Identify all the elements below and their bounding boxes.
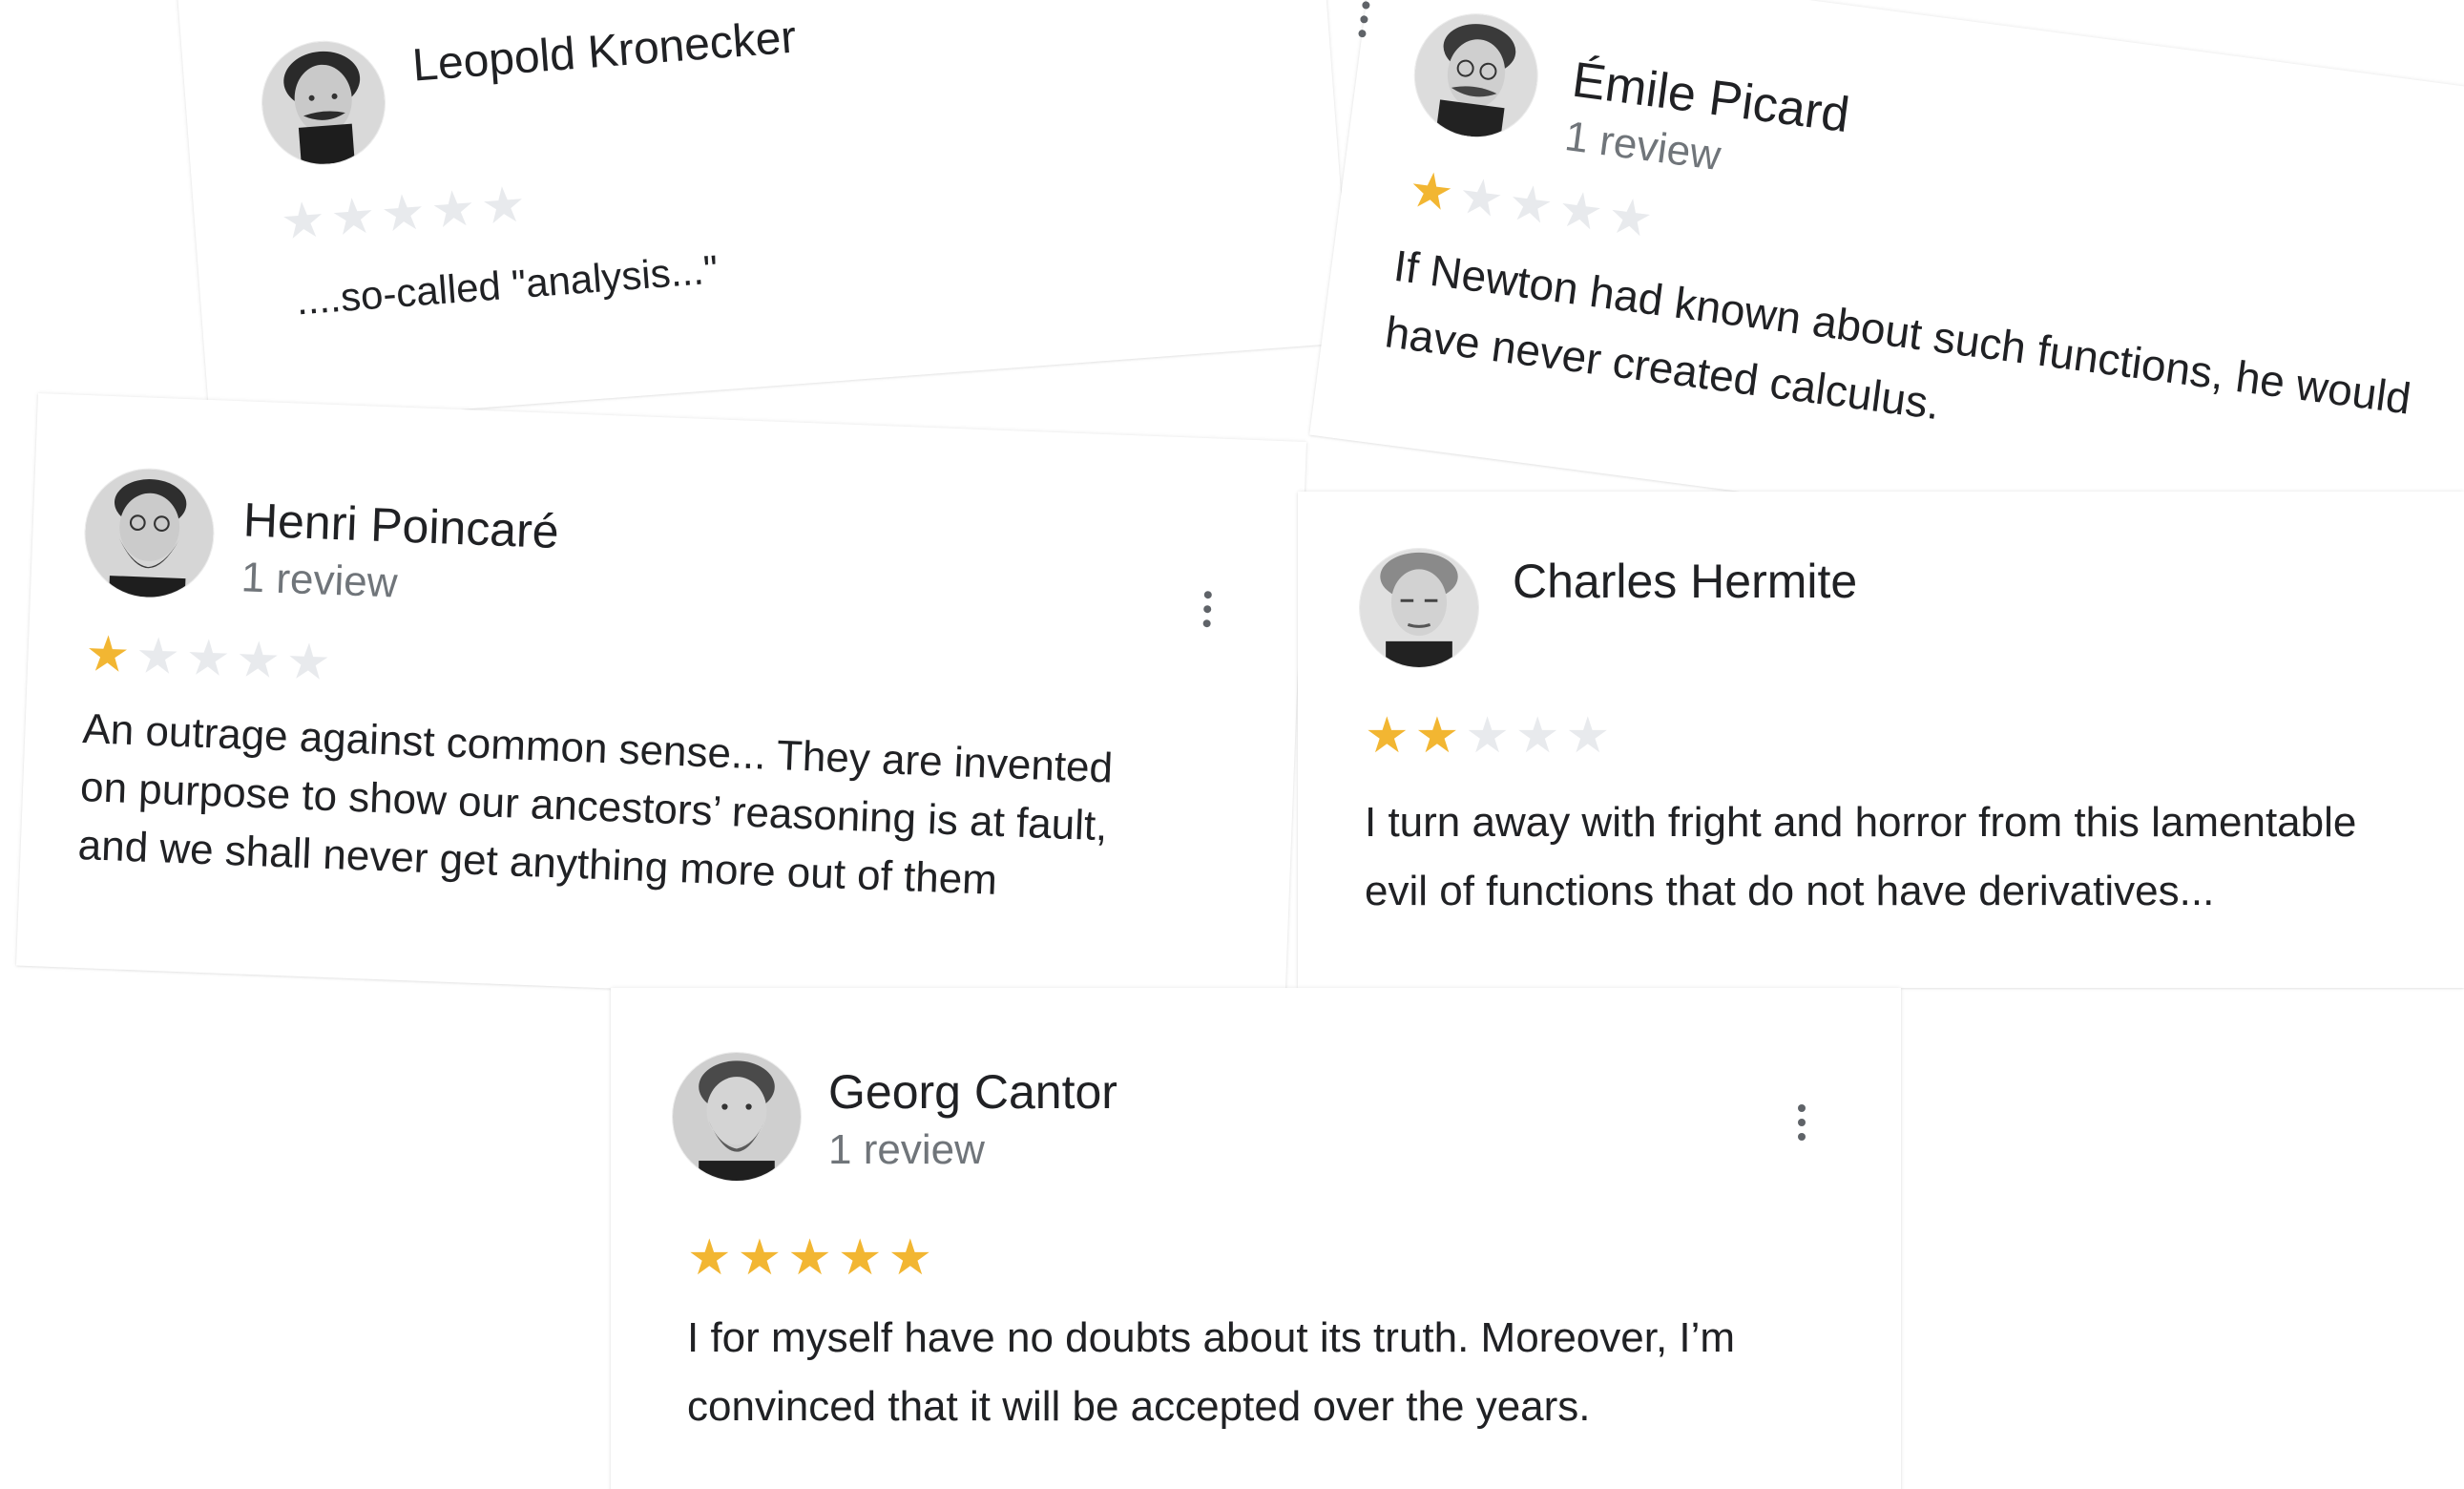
avatar-kronecker: [258, 37, 389, 169]
star-icon: ★: [379, 184, 428, 243]
star-icon: ★: [1604, 187, 1657, 249]
star-icon: ★: [1565, 708, 1611, 764]
star-icon: ★: [284, 634, 332, 691]
star-icon: ★: [887, 1230, 933, 1286]
portrait-elderly-icon: [1360, 549, 1478, 667]
reviewer-name: Charles Hermite: [1513, 555, 1858, 608]
star-icon: ★: [1365, 708, 1409, 764]
star-icon: ★: [837, 1230, 883, 1286]
avatar-hermite: [1360, 549, 1478, 667]
more-vert-icon[interactable]: [1354, 0, 1374, 38]
star-icon: ★: [1405, 161, 1457, 222]
star-icon: ★: [1414, 708, 1460, 764]
star-icon: ★: [1505, 174, 1556, 236]
more-vert-icon[interactable]: [1199, 591, 1215, 628]
star-icon: ★: [479, 177, 528, 236]
star-icon: ★: [787, 1230, 832, 1286]
star-icon: ★: [737, 1230, 783, 1286]
avatar-picard: [1407, 7, 1545, 144]
star-rating: ★ ★ ★ ★ ★: [1405, 161, 1661, 249]
review-count: 1 review: [828, 1126, 985, 1173]
star-rating: ★ ★ ★ ★ ★: [687, 1233, 938, 1283]
star-icon: ★: [135, 628, 181, 685]
review-collage: Leopold Kronecker ★ ★ ★ ★ ★ ....so-called "a…: [0, 0, 2464, 1489]
portrait-mustache-icon: [258, 37, 389, 169]
star-icon: ★: [428, 180, 478, 240]
review-card-poincare: Henri Poincaré 1 review ★ ★ ★ ★ ★ An outrage…: [15, 393, 1307, 1015]
portrait-beard-glasses-icon: [82, 467, 216, 600]
reviewer-name: Georg Cantor: [828, 1065, 1117, 1119]
star-icon: ★: [687, 1230, 732, 1286]
star-rating: ★ ★ ★ ★ ★: [279, 177, 532, 251]
star-icon: ★: [235, 632, 282, 689]
avatar-poincare: [82, 467, 216, 600]
star-icon: ★: [279, 192, 327, 251]
avatar-cantor: [673, 1053, 801, 1181]
review-card-hermite: Charles Hermite ★ ★ ★ ★ ★ I turn away with f…: [1298, 492, 2464, 988]
star-icon: ★: [184, 630, 232, 687]
review-count: 1 review: [240, 554, 399, 607]
star-icon: ★: [1514, 708, 1560, 764]
star-icon: ★: [1555, 180, 1607, 242]
more-vert-icon[interactable]: [1794, 1104, 1809, 1141]
star-icon: ★: [84, 626, 132, 683]
star-icon: ★: [1455, 168, 1507, 229]
review-card-kronecker: Leopold Kronecker ★ ★ ★ ★ ★ ....so-called "a…: [177, 0, 1352, 429]
star-icon: ★: [328, 188, 378, 247]
review-text: ....so-called "analysis...": [294, 246, 720, 324]
review-text-line-1: I turn away with fright and horror from …: [1365, 799, 2357, 846]
review-text-line-2: evil of functions that do not have deriv…: [1365, 868, 2215, 914]
portrait-mustache-glasses-icon: [1407, 7, 1545, 144]
reviewer-name: Henri Poincaré: [242, 493, 560, 559]
review-card-cantor: Georg Cantor 1 review ★ ★ ★ ★ ★ I for myself…: [611, 988, 1901, 1489]
star-rating: ★ ★ ★ ★ ★: [84, 626, 338, 691]
review-text-line-2: convinced that it will be accepted over …: [687, 1383, 1591, 1430]
reviewer-name: Leopold Kronecker: [410, 11, 799, 92]
star-icon: ★: [1465, 708, 1510, 764]
portrait-beard-icon: [673, 1053, 801, 1181]
star-rating: ★ ★ ★ ★ ★: [1365, 711, 1616, 761]
review-text-line-1: I for myself have no doubts about its tr…: [687, 1314, 1736, 1361]
